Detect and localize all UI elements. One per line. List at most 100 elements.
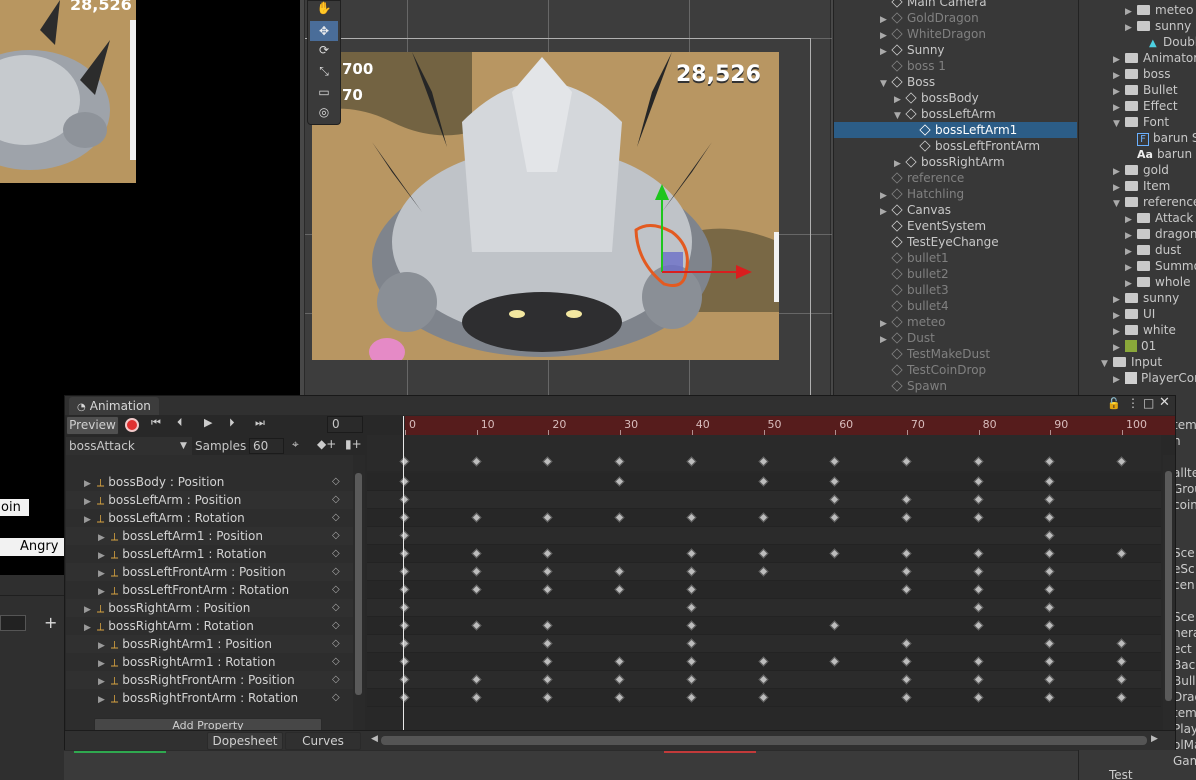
hierarchy-item[interactable]: ▶ Canvas <box>834 202 1077 218</box>
hierarchy-item[interactable]: TestEyeChange <box>834 234 1077 250</box>
add-key-diamond-icon[interactable]: ◇ <box>332 527 340 545</box>
project-item[interactable]: ▼ reference <box>1113 194 1196 210</box>
hierarchy-item[interactable]: ▶ GoldDragon <box>834 10 1077 26</box>
project-edge-label[interactable]: Back <box>1173 658 1196 672</box>
hierarchy-item[interactable]: reference <box>834 170 1077 186</box>
dopesheet-tracks[interactable] <box>367 453 1161 730</box>
expand-right-icon[interactable]: ▶ <box>98 695 105 705</box>
project-edge-label[interactable]: tem <box>1173 706 1196 720</box>
hierarchy-item[interactable]: bossLeftArm1 <box>834 122 1077 138</box>
hierarchy-item[interactable]: ▶ Sunny <box>834 42 1077 58</box>
lock-icon[interactable]: 🔓 <box>1107 397 1121 410</box>
animation-property-row[interactable]: ▶ ⟂ bossLeftFrontArm : Rotation ◇ <box>66 581 353 599</box>
key-all-icon[interactable]: ⌖ <box>292 437 299 452</box>
hierarchy-item[interactable]: Main Camera <box>834 0 1077 10</box>
property-track[interactable] <box>367 635 1161 653</box>
preview-button[interactable]: Preview <box>66 416 119 435</box>
add-key-diamond-icon[interactable]: ◇ <box>332 473 340 491</box>
expand-down-icon[interactable]: ▼ <box>1113 196 1125 212</box>
playhead-line[interactable] <box>403 416 404 730</box>
expand-right-icon[interactable]: ▶ <box>98 659 105 669</box>
project-item[interactable]: Aa barun <box>1125 146 1192 162</box>
add-key-diamond-icon[interactable]: ◇ <box>332 545 340 563</box>
project-item[interactable]: ▶ Bullet <box>1113 82 1178 98</box>
hierarchy-item[interactable]: ▶ bossRightArm <box>834 154 1077 170</box>
add-key-diamond-icon[interactable]: ◇ <box>332 635 340 653</box>
add-key-diamond-icon[interactable]: ◇ <box>332 491 340 509</box>
hierarchy-item[interactable]: TestCoinDrop <box>834 362 1077 378</box>
hierarchy-item[interactable]: bullet2 <box>834 266 1077 282</box>
hierarchy-item[interactable]: TestMakeDust <box>834 346 1077 362</box>
next-key-icon[interactable]: ⏵ <box>229 416 235 430</box>
project-edge-label[interactable]: olMa <box>1173 738 1196 752</box>
add-keyframe-icon[interactable]: ◆+ <box>317 437 336 451</box>
project-item[interactable]: ▶ Item <box>1113 178 1170 194</box>
timeline-vscrollbar[interactable] <box>1163 455 1175 730</box>
close-icon[interactable]: ✕ <box>1159 395 1170 410</box>
expand-right-icon[interactable]: ▶ <box>98 551 105 561</box>
project-edge-label[interactable]: nera <box>1173 626 1196 640</box>
animation-property-row[interactable]: ▶ ⟂ bossRightArm : Rotation ◇ <box>66 617 353 635</box>
expand-right-icon[interactable]: ▶ <box>98 533 105 543</box>
hierarchy-item[interactable]: ▼ Boss <box>834 74 1077 90</box>
project-item[interactable]: ▶ whole <box>1125 274 1190 290</box>
project-item[interactable]: ▶ UI <box>1113 306 1155 322</box>
project-item[interactable]: ▶ boss <box>1113 66 1170 82</box>
project-edge-label[interactable]: Drag <box>1173 690 1196 704</box>
project-edge-label[interactable]: tem <box>1173 418 1196 432</box>
transform-tool-icon[interactable]: ◎ <box>312 105 336 123</box>
hierarchy-item[interactable]: bullet4 <box>834 298 1077 314</box>
project-item[interactable]: Fbarun S <box>1125 130 1196 146</box>
expand-right-icon[interactable]: ▶ <box>1113 372 1125 388</box>
expand-right-icon[interactable]: ▶ <box>84 479 91 489</box>
project-item[interactable]: ▶ sunny <box>1113 290 1179 306</box>
play-icon[interactable]: ▶ <box>204 416 212 429</box>
project-edge-label[interactable]: cen <box>1173 578 1195 592</box>
project-item[interactable]: ▶ gold <box>1113 162 1169 178</box>
expand-right-icon[interactable]: ▶ <box>98 587 105 597</box>
move-tool-icon[interactable]: ✥ <box>310 21 338 41</box>
animation-property-row[interactable]: ▶ ⟂ bossRightArm1 : Position ◇ <box>66 635 353 653</box>
project-footer-item[interactable]: Test <box>1109 768 1133 780</box>
project-item[interactable]: ▶ sunny <box>1125 18 1191 34</box>
project-item[interactable]: ▶ PlayerCon <box>1113 370 1196 386</box>
animation-property-row[interactable]: ▶ ⟂ bossBody : Position ◇ <box>66 473 353 491</box>
maximize-icon[interactable]: □ <box>1143 396 1154 410</box>
hierarchy-item[interactable]: ▼ bossLeftArm <box>834 106 1077 122</box>
hierarchy-item[interactable]: ▶ Dust <box>834 330 1077 346</box>
project-item[interactable]: ▶ Animator <box>1113 50 1196 66</box>
expand-right-icon[interactable]: ▶ <box>84 605 91 615</box>
hierarchy-item[interactable]: bossLeftFrontArm <box>834 138 1077 154</box>
hierarchy-item[interactable]: ▶ meteo <box>834 314 1077 330</box>
scroll-left-icon[interactable]: ◀ <box>371 734 378 744</box>
add-key-diamond-icon[interactable]: ◇ <box>332 581 340 599</box>
hierarchy-item[interactable]: bullet1 <box>834 250 1077 266</box>
expand-right-icon[interactable]: ▶ <box>84 623 91 633</box>
add-key-diamond-icon[interactable]: ◇ <box>332 689 340 707</box>
samples-input[interactable]: 60 <box>249 438 284 454</box>
animation-property-row[interactable]: ▶ ⟂ bossRightFrontArm : Position ◇ <box>66 671 353 689</box>
first-key-icon[interactable]: ⏮ <box>151 416 161 430</box>
add-key-diamond-icon[interactable]: ◇ <box>332 671 340 689</box>
project-edge-label[interactable]: coin <box>1173 498 1196 512</box>
curves-tab[interactable]: Curves <box>285 732 361 750</box>
project-item[interactable]: ▼ Font <box>1113 114 1169 130</box>
timeline-hscrollbar[interactable] <box>381 736 1147 745</box>
add-key-diamond-icon[interactable]: ◇ <box>332 653 340 671</box>
add-key-diamond-icon[interactable]: ◇ <box>332 599 340 617</box>
project-item[interactable]: ▶ Effect <box>1113 98 1178 114</box>
hierarchy-item[interactable]: bullet3 <box>834 282 1077 298</box>
frame-input[interactable]: 0 <box>327 416 363 433</box>
bottom-left-field[interactable] <box>0 615 26 631</box>
hierarchy-item[interactable]: boss 1 <box>834 58 1077 74</box>
project-item[interactable]: ▶ white <box>1113 322 1176 338</box>
project-item[interactable]: ▶ Attack <box>1125 210 1193 226</box>
expand-right-icon[interactable]: ▶ <box>98 677 105 687</box>
record-button[interactable] <box>125 418 139 432</box>
project-item[interactable]: ▶ dust <box>1125 242 1181 258</box>
event-strip[interactable] <box>367 435 1161 455</box>
prev-key-icon[interactable]: ⏴ <box>177 416 183 430</box>
hierarchy-item[interactable]: Spawn <box>834 378 1077 394</box>
project-item[interactable]: ▼ Input <box>1101 354 1162 370</box>
expand-right-icon[interactable]: ▶ <box>98 641 105 651</box>
